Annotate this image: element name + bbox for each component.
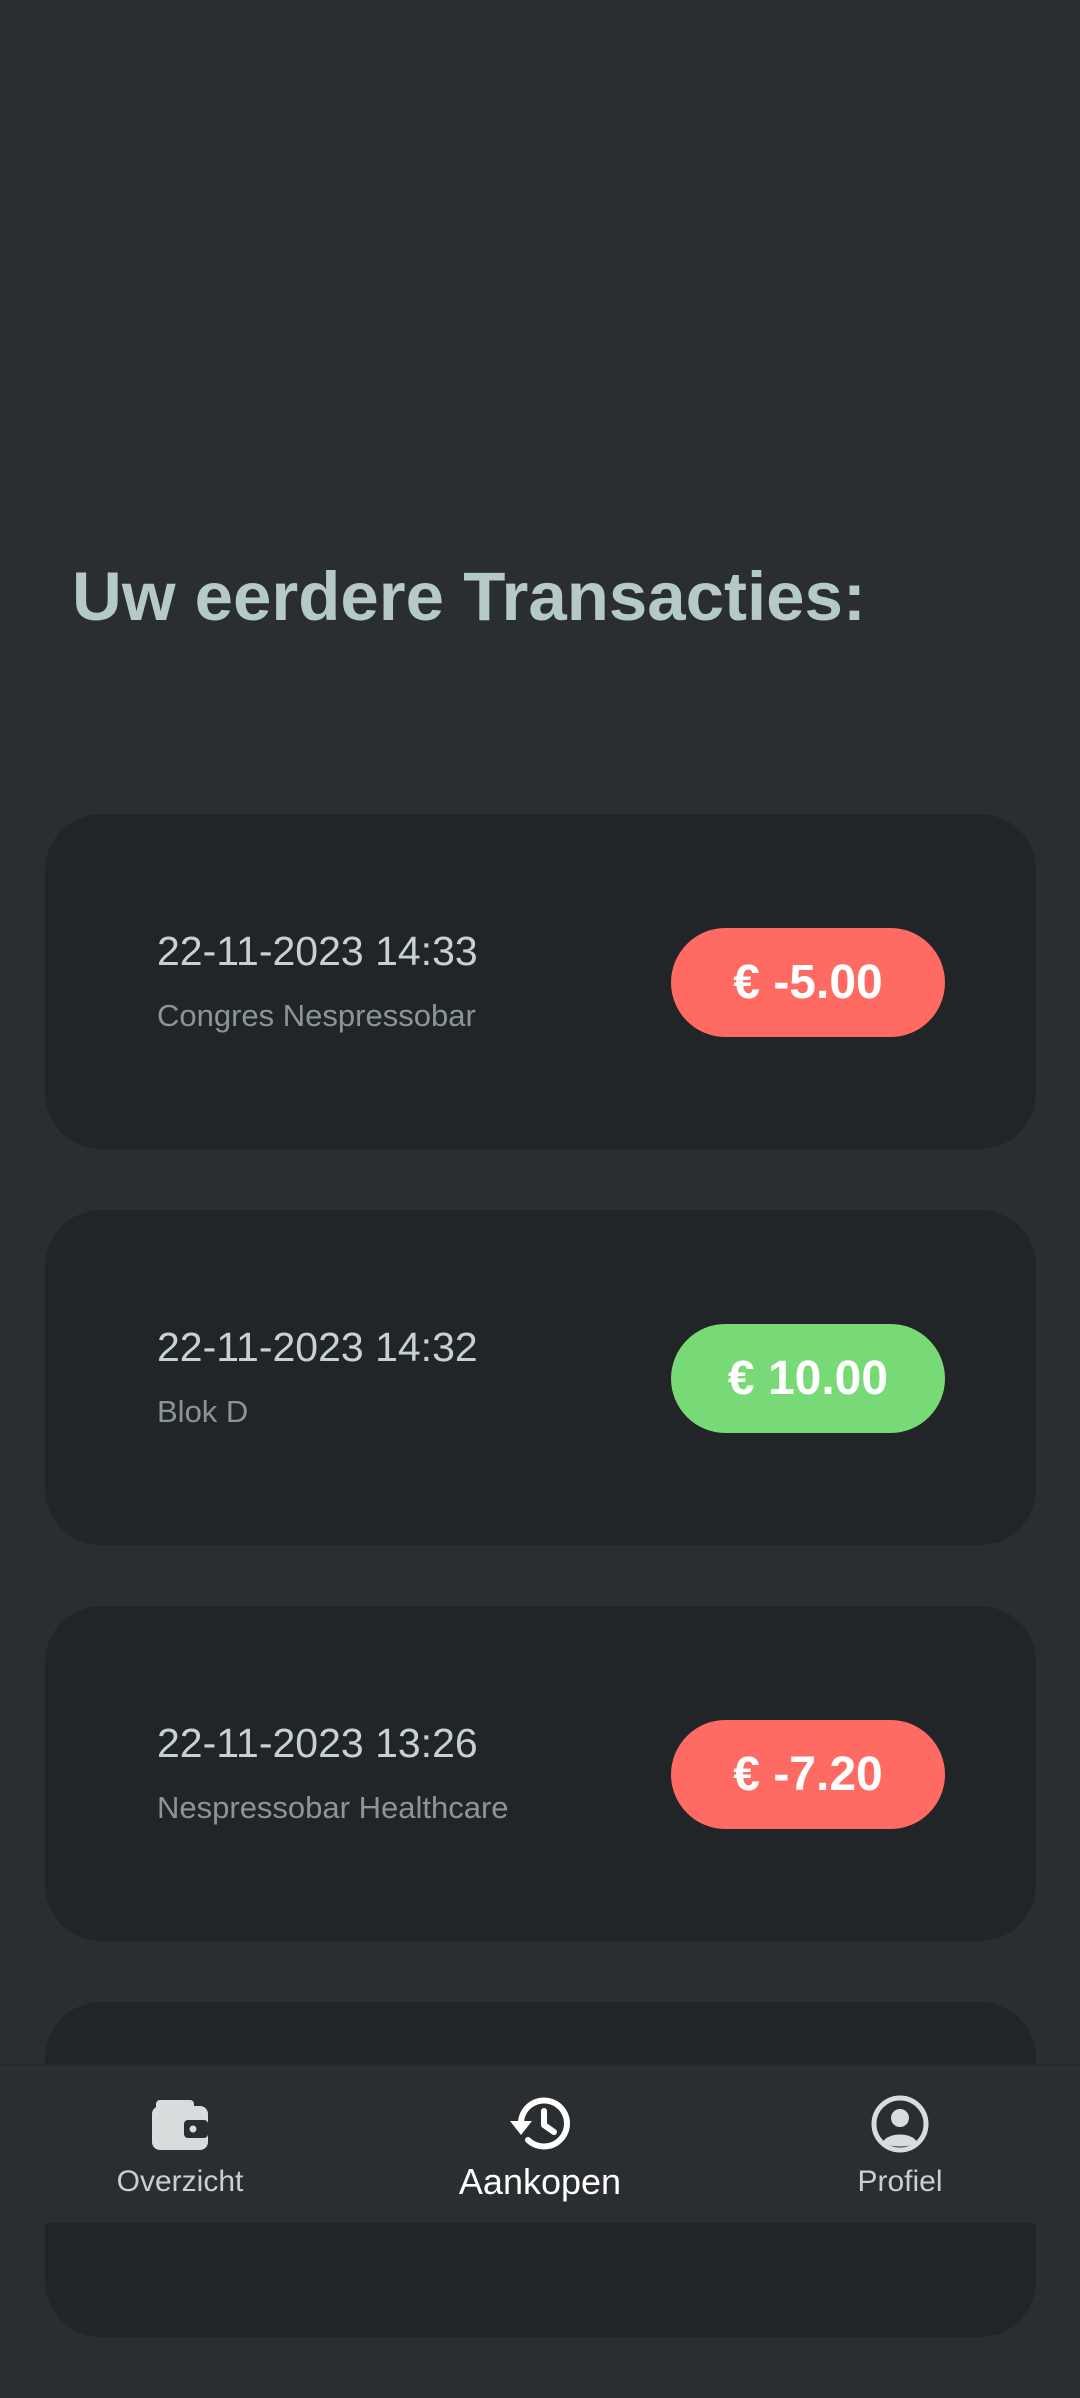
page-title: Uw eerdere Transacties:	[72, 558, 866, 635]
profile-icon	[867, 2091, 933, 2157]
transaction-amount-badge: € -5.00	[671, 928, 945, 1037]
nav-item-overzicht[interactable]: Overzicht	[0, 2065, 360, 2223]
transaction-card[interactable]: 22-11-2023 13:26 Nespressobar Healthcare…	[45, 1606, 1036, 1941]
wallet-icon	[147, 2091, 213, 2157]
nav-item-aankopen[interactable]: Aankopen	[360, 2065, 720, 2223]
nav-label: Profiel	[857, 2165, 943, 2198]
transaction-date: 22-11-2023 14:33	[157, 928, 478, 974]
transaction-date: 22-11-2023 13:26	[157, 1720, 478, 1766]
transaction-date: 22-11-2023 14:32	[157, 1324, 478, 1370]
nav-label: Aankopen	[458, 2161, 622, 2202]
transaction-location: Nespressobar Healthcare	[157, 1790, 509, 1825]
transaction-card[interactable]: 22-11-2023 14:33 Congres Nespressobar € …	[45, 814, 1036, 1149]
transaction-amount-badge: € 10.00	[671, 1324, 945, 1433]
nav-label: Overzicht	[116, 2165, 244, 2198]
history-icon	[507, 2091, 573, 2157]
transaction-amount-badge: € -7.20	[671, 1720, 945, 1829]
transaction-location: Blok D	[157, 1394, 249, 1429]
transaction-card[interactable]: 22-11-2023 14:32 Blok D € 10.00	[45, 1210, 1036, 1545]
nav-item-profiel[interactable]: Profiel	[720, 2065, 1080, 2223]
bottom-navigation: Overzicht Aankopen Profiel	[0, 2064, 1080, 2223]
transaction-location: Congres Nespressobar	[157, 998, 476, 1033]
